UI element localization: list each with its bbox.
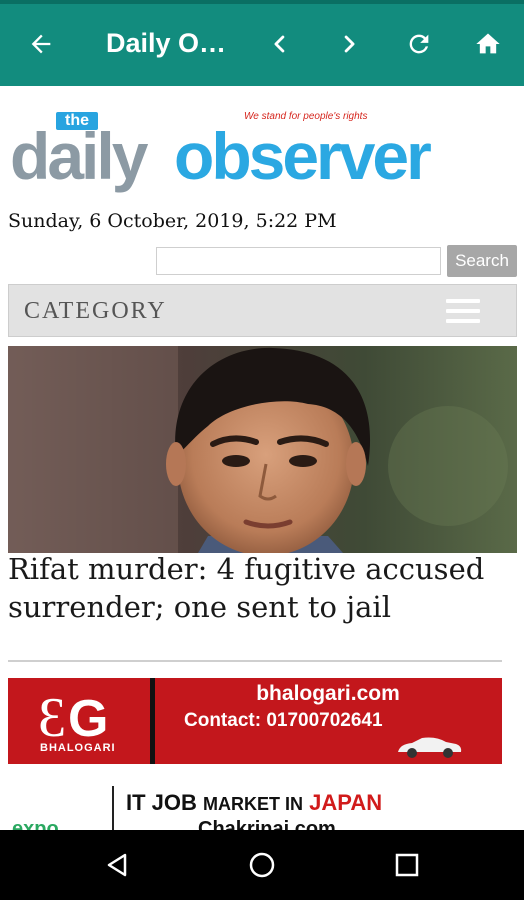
search-button[interactable]: Search xyxy=(447,245,517,277)
ad-separator xyxy=(112,786,114,830)
home-circle-icon[interactable] xyxy=(244,847,280,883)
chevron-left-icon[interactable] xyxy=(258,22,302,66)
ad-banner-it-job[interactable]: expo IT JOB MARKET IN JAPAN Chakrinai.co… xyxy=(8,784,502,830)
category-label: CATEGORY xyxy=(24,298,167,324)
toolbar-title: Daily Observer xyxy=(106,28,236,58)
arrow-left-icon[interactable] xyxy=(19,22,63,66)
car-icon xyxy=(398,737,462,758)
logo-daily: daily xyxy=(10,119,148,193)
divider xyxy=(8,660,502,662)
ad-contact: Contact: 01700702641 xyxy=(184,710,383,731)
ad-banner-bhalogari[interactable]: Ɛ G BHALOGARI bhalogari.com Contact: 017… xyxy=(8,678,502,764)
hamburger-menu-icon[interactable] xyxy=(446,299,480,323)
logo-observer: observer xyxy=(174,119,432,193)
article-photo[interactable] xyxy=(8,346,517,553)
site-logo[interactable]: the We stand for people's rights daily o… xyxy=(10,108,516,194)
search-input[interactable] xyxy=(156,247,441,275)
home-icon[interactable] xyxy=(466,22,510,66)
ad-headline-part2: MARKET IN xyxy=(203,794,304,814)
ad-headline: IT JOB MARKET IN JAPAN xyxy=(126,790,382,816)
app-toolbar: Daily Observer xyxy=(0,4,524,86)
ad-headline-part3: JAPAN xyxy=(309,790,383,815)
webview-content: the We stand for people's rights daily o… xyxy=(0,86,524,830)
bhalogari-logo-text: BHALOGARI xyxy=(40,742,116,754)
svg-text:G: G xyxy=(68,690,108,748)
recents-square-icon[interactable] xyxy=(389,847,425,883)
ad-site: Chakrinai.com xyxy=(198,818,336,830)
date-time: Sunday, 6 October, 2019, 5:22 PM xyxy=(8,210,337,232)
back-triangle-icon[interactable] xyxy=(100,847,136,883)
article-headline[interactable]: Rifat murder: 4 fugitive accused surrend… xyxy=(8,550,516,626)
category-menu[interactable]: CATEGORY xyxy=(8,284,517,337)
ad-headline-part1: IT JOB xyxy=(126,790,197,815)
ad-url: bhalogari.com xyxy=(256,682,400,705)
system-nav-bar xyxy=(0,830,524,900)
refresh-icon[interactable] xyxy=(397,22,441,66)
ad-separator xyxy=(150,678,155,764)
chevron-right-icon[interactable] xyxy=(327,22,371,66)
bhalogari-logo: Ɛ G BHALOGARI xyxy=(8,678,148,764)
expo-logo: expo xyxy=(12,818,59,830)
svg-text:Ɛ: Ɛ xyxy=(38,687,66,749)
